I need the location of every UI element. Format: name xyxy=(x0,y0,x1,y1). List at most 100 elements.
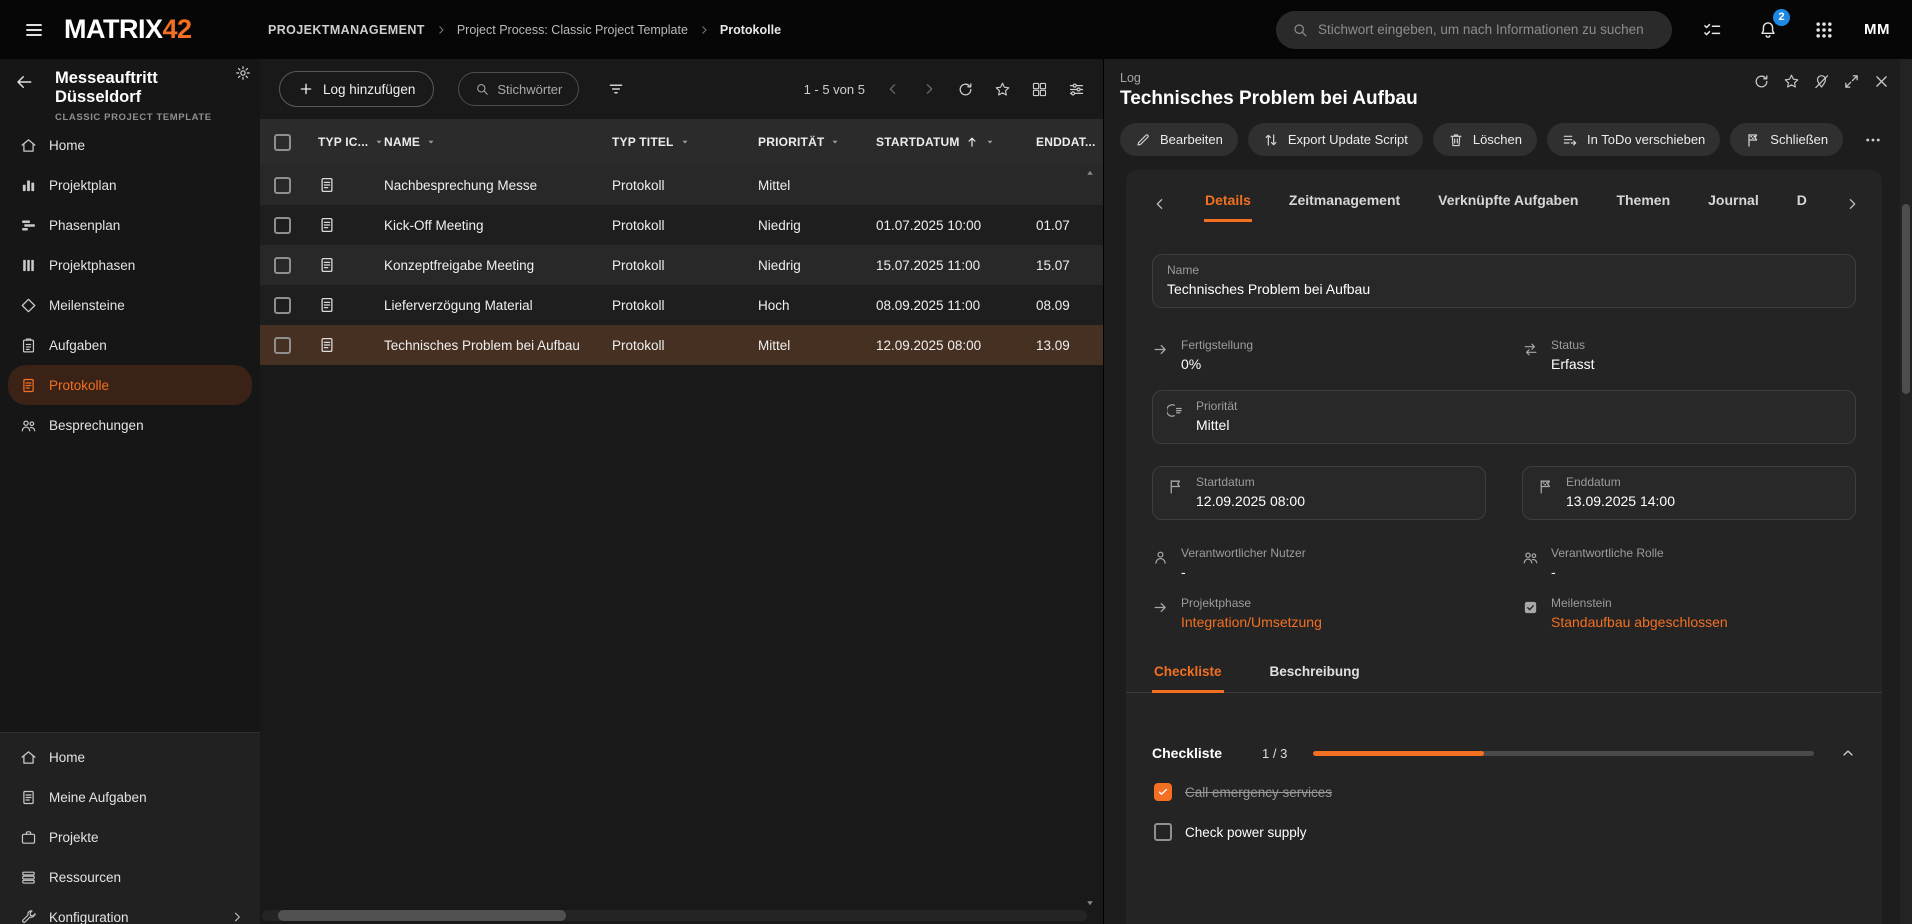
checklist-checkbox-unchecked[interactable] xyxy=(1154,823,1172,841)
select-all-checkbox[interactable] xyxy=(274,134,291,151)
home-icon xyxy=(20,749,37,766)
back-icon[interactable] xyxy=(15,73,33,91)
list-settings-icon[interactable] xyxy=(1068,81,1085,98)
favorite-star-icon[interactable] xyxy=(1783,73,1800,90)
column-typ-titel[interactable]: TYP TITEL xyxy=(612,135,758,149)
table-row[interactable]: Lieferverzögung Material Protokoll Hoch … xyxy=(260,285,1103,325)
sidebar-item-projektplan[interactable]: Projektplan xyxy=(8,165,252,205)
column-enddatum[interactable]: ENDDAT... xyxy=(1036,135,1103,149)
sidebar-item-protokolle[interactable]: Protokolle xyxy=(8,365,252,405)
topbar-actions: 2 MM xyxy=(1276,0,1890,59)
sidebar-item-aufgaben[interactable]: Aufgaben xyxy=(8,325,252,365)
table-row[interactable]: Nachbesprechung Messe Protokoll Mittel xyxy=(260,165,1103,205)
checklist-title: Checkliste xyxy=(1152,745,1222,761)
field-prioritaet[interactable]: Priorität Mittel xyxy=(1152,390,1856,444)
collapse-chevron-icon[interactable] xyxy=(1840,745,1856,761)
scroll-down-icon[interactable] xyxy=(1084,897,1096,909)
export-update-script-button[interactable]: Export Update Script xyxy=(1248,123,1423,156)
checked-box-icon xyxy=(1522,599,1539,616)
tabs-scroll-right-icon[interactable] xyxy=(1844,196,1860,212)
app-launcher-icon[interactable] xyxy=(1808,14,1840,46)
row-checkbox[interactable] xyxy=(274,257,291,274)
sort-caret-icon xyxy=(679,136,691,148)
breadcrumb: PROJEKTMANAGEMENT Project Process: Class… xyxy=(268,0,781,59)
page-prev-icon[interactable] xyxy=(885,81,901,97)
sidebar-item-konfiguration[interactable]: Konfiguration xyxy=(8,897,252,924)
gear-icon[interactable] xyxy=(235,65,251,81)
row-checkbox[interactable] xyxy=(274,337,291,354)
user-avatar[interactable]: MM xyxy=(1864,21,1890,38)
sidebar-item-meine-aufgaben[interactable]: Meine Aufgaben xyxy=(8,777,252,817)
my-checklist-icon[interactable] xyxy=(1696,14,1728,46)
meilenstein-link[interactable]: Standaufbau abgeschlossen xyxy=(1551,614,1728,630)
subtab-beschreibung[interactable]: Beschreibung xyxy=(1268,658,1362,693)
row-checkbox[interactable] xyxy=(274,297,291,314)
tab-themen[interactable]: Themen xyxy=(1615,186,1671,222)
breadcrumb-item-projektmanagement[interactable]: PROJEKTMANAGEMENT xyxy=(268,23,425,37)
subtab-checkliste[interactable]: Checkliste xyxy=(1152,658,1224,693)
milestone-icon xyxy=(20,297,37,314)
document-icon xyxy=(20,377,37,394)
favorite-star-icon[interactable] xyxy=(994,81,1011,98)
notifications-bell-icon[interactable]: 2 xyxy=(1752,14,1784,46)
app-logo[interactable]: MATRIX42 xyxy=(64,14,192,45)
horizontal-scrollbar-thumb[interactable] xyxy=(278,910,566,921)
vertical-scrollbar[interactable] xyxy=(1900,59,1912,924)
table-row-selected[interactable]: Technisches Problem bei Aufbau Protokoll… xyxy=(260,325,1103,365)
sort-caret-icon xyxy=(425,136,437,148)
tab-zeitmanagement[interactable]: Zeitmanagement xyxy=(1288,186,1401,222)
sidebar-item-ressourcen[interactable]: Ressourcen xyxy=(8,857,252,897)
table-row[interactable]: Konzeptfreigabe Meeting Protokoll Niedri… xyxy=(260,245,1103,285)
trash-icon xyxy=(1448,132,1464,148)
expand-icon[interactable] xyxy=(1843,73,1860,90)
logo-text: MATRIX xyxy=(64,14,163,44)
field-enddatum[interactable]: Enddatum 13.09.2025 14:00 xyxy=(1522,466,1856,520)
projektphase-link[interactable]: Integration/Umsetzung xyxy=(1181,614,1322,630)
row-checkbox[interactable] xyxy=(274,217,291,234)
tab-verknuepfte-aufgaben[interactable]: Verknüpfte Aufgaben xyxy=(1437,186,1579,222)
more-actions-icon[interactable] xyxy=(1864,131,1882,149)
delete-button[interactable]: Löschen xyxy=(1433,123,1537,156)
field-name[interactable]: Name Technisches Problem bei Aufbau xyxy=(1152,254,1856,308)
column-name[interactable]: NAME xyxy=(384,135,612,149)
sidebar-item-label: Projektplan xyxy=(49,178,117,193)
tab-details[interactable]: Details xyxy=(1204,186,1252,222)
unpin-icon[interactable] xyxy=(1813,73,1830,90)
field-label: Verantwortlicher Nutzer xyxy=(1181,546,1306,560)
global-search[interactable] xyxy=(1276,11,1672,49)
horizontal-scrollbar[interactable] xyxy=(262,910,1087,921)
global-search-input[interactable] xyxy=(1318,22,1656,37)
tab-dokumente-clipped[interactable]: D xyxy=(1796,186,1808,222)
page-next-icon[interactable] xyxy=(921,81,937,97)
row-checkbox[interactable] xyxy=(274,177,291,194)
layout-view-icon[interactable] xyxy=(1031,81,1048,98)
move-to-todo-button[interactable]: In ToDo verschieben xyxy=(1547,123,1720,156)
sidebar-item-besprechungen[interactable]: Besprechungen xyxy=(8,405,252,445)
sidebar-item-meilensteine[interactable]: Meilensteine xyxy=(8,285,252,325)
tabs-scroll-left-icon[interactable] xyxy=(1152,196,1168,212)
sidebar-item-phasenplan[interactable]: Phasenplan xyxy=(8,205,252,245)
column-typ-icon[interactable]: TYP IC... xyxy=(304,135,384,149)
vertical-scrollbar-thumb[interactable] xyxy=(1902,204,1910,394)
column-startdatum[interactable]: STARTDATUM xyxy=(876,135,1036,149)
field-startdatum[interactable]: Startdatum 12.09.2025 08:00 xyxy=(1152,466,1486,520)
tab-journal[interactable]: Journal xyxy=(1707,186,1760,222)
close-icon[interactable] xyxy=(1873,73,1890,90)
scroll-up-icon[interactable] xyxy=(1084,167,1096,179)
sidebar-item-home-global[interactable]: Home xyxy=(8,737,252,777)
breadcrumb-item-project-process[interactable]: Project Process: Classic Project Templat… xyxy=(457,23,688,37)
refresh-icon[interactable] xyxy=(957,81,974,98)
filter-icon[interactable] xyxy=(607,80,625,98)
menu-icon[interactable] xyxy=(16,12,52,48)
sidebar-item-projektphasen[interactable]: Projektphasen xyxy=(8,245,252,285)
sidebar-item-projekte[interactable]: Projekte xyxy=(8,817,252,857)
sidebar-item-home[interactable]: Home xyxy=(8,125,252,165)
column-prioritaet[interactable]: PRIORITÄT xyxy=(758,135,876,149)
checklist-checkbox-checked[interactable] xyxy=(1154,783,1172,801)
close-record-button[interactable]: Schließen xyxy=(1730,123,1843,156)
add-log-button[interactable]: Log hinzufügen xyxy=(279,71,434,107)
refresh-icon[interactable] xyxy=(1753,73,1770,90)
edit-button[interactable]: Bearbeiten xyxy=(1120,123,1238,156)
keyword-filter-chip[interactable]: Stichwörter xyxy=(458,72,579,106)
table-row[interactable]: Kick-Off Meeting Protokoll Niedrig 01.07… xyxy=(260,205,1103,245)
